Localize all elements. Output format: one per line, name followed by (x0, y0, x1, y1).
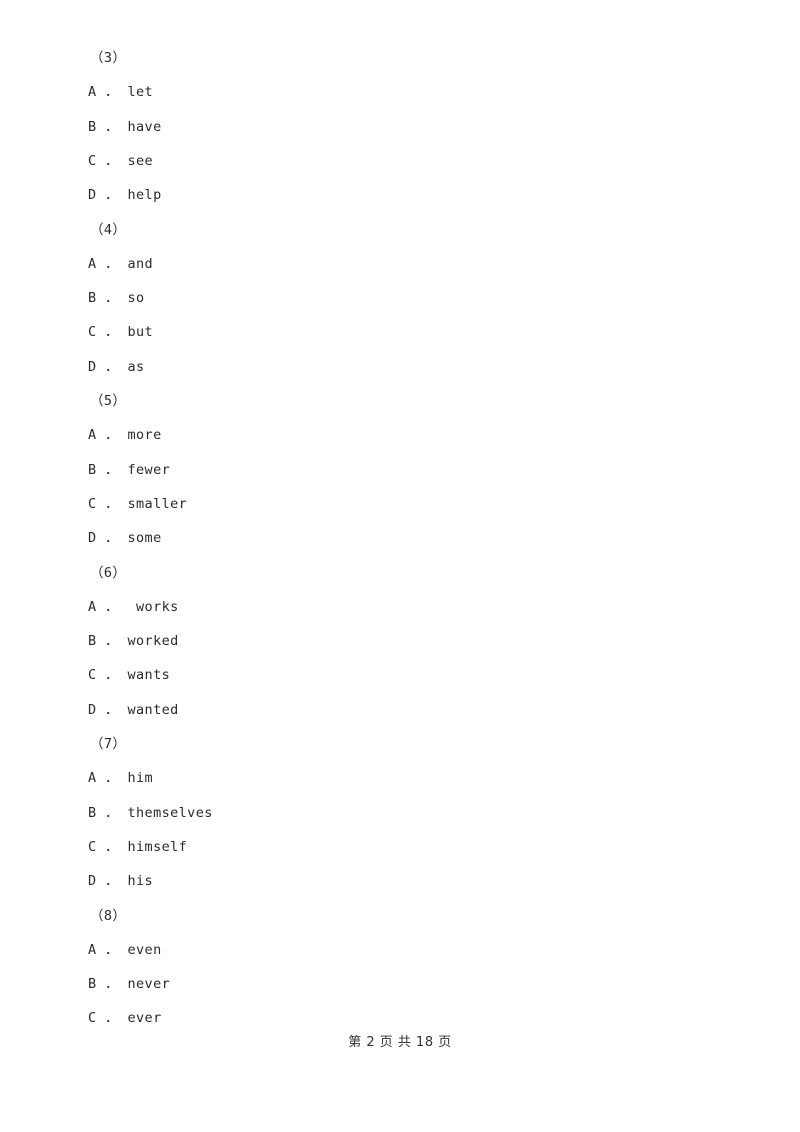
answer-option[interactable]: C ． wants (88, 669, 170, 683)
answer-option[interactable]: D ． as (88, 360, 145, 375)
answer-option[interactable]: C ． himself (88, 840, 187, 855)
page-footer: 第 2 页 共 18 页 (348, 1035, 452, 1050)
answer-option[interactable]: C ． ever (88, 1012, 162, 1026)
answer-option[interactable]: D ． some (88, 532, 162, 546)
question-number: （7） (90, 736, 127, 752)
answer-option[interactable]: A ． works (88, 600, 179, 615)
answer-option[interactable]: B ． worked (88, 635, 179, 649)
question-number: （6） (90, 564, 127, 581)
answer-option[interactable]: B ． never (88, 978, 170, 992)
question-number: （3） (90, 50, 127, 66)
question-number: （4） (90, 221, 127, 238)
answer-option[interactable]: B ． so (88, 292, 145, 306)
answer-option[interactable]: A ． him (88, 772, 153, 786)
answer-option[interactable]: B ． themselves (88, 806, 213, 821)
answer-option[interactable]: A ． even (88, 943, 162, 958)
answer-option[interactable]: B ． have (88, 120, 162, 135)
answer-option[interactable]: C ． smaller (88, 497, 187, 512)
answer-option[interactable]: C ． see (88, 154, 153, 169)
question-number: （8） (90, 907, 127, 924)
answer-option[interactable]: A ． more (88, 429, 162, 443)
answer-option[interactable]: A ． and (88, 257, 153, 272)
question-number: （5） (90, 393, 127, 409)
document-page: （3） A ． let B ． have C ． see D ． help （4） A ． … (0, 0, 800, 1132)
answer-option[interactable]: D ． wanted (88, 703, 179, 718)
answer-option[interactable]: C ． but (88, 326, 153, 340)
answer-option[interactable]: D ． his (88, 875, 153, 889)
answer-option[interactable]: B ． fewer (88, 463, 170, 478)
answer-option[interactable]: A ． let (88, 86, 153, 100)
answer-option[interactable]: D ． help (88, 189, 162, 203)
